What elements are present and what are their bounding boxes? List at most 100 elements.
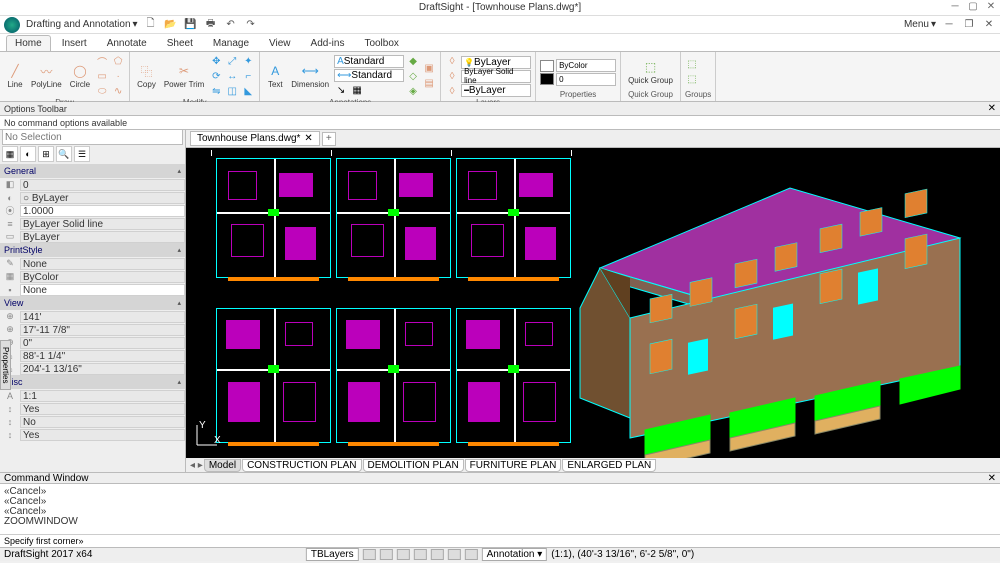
command-prompt[interactable]: Specify first corner» [0, 534, 1000, 547]
line-button[interactable]: ╱Line [4, 62, 26, 90]
maximize-button[interactable]: ▢ [966, 0, 980, 12]
prop-field[interactable]: 88'-1 1/4" [20, 350, 185, 362]
sheet-tab[interactable]: ENLARGED PLAN [562, 459, 656, 472]
mirror-icon[interactable]: ⇋ [209, 84, 223, 98]
text-button[interactable]: AText [264, 62, 286, 90]
ann-icon-4[interactable]: ▣ [422, 62, 436, 76]
status-btn[interactable] [465, 549, 478, 560]
open-icon[interactable]: 📂 [164, 18, 178, 32]
section-view[interactable]: View [0, 296, 185, 310]
dim-style-dropdown[interactable]: ⟷ Standard [334, 69, 404, 82]
circle-button[interactable]: ◯Circle [67, 62, 93, 90]
tab-toolbox[interactable]: Toolbox [355, 35, 407, 51]
powertrim-button[interactable]: ✂Power Trim [161, 62, 207, 90]
rotate-icon[interactable]: ⟳ [209, 69, 223, 83]
options-close-icon[interactable]: ✕ [988, 103, 996, 114]
ann-icon-5[interactable]: ▤ [422, 77, 436, 91]
layer-icon-2[interactable]: ◊ [445, 69, 459, 83]
prop-field[interactable]: ByLayer [20, 231, 185, 243]
close-button[interactable]: ✕ [984, 0, 998, 12]
section-general[interactable]: General [0, 164, 185, 178]
move-icon[interactable]: ✥ [209, 54, 223, 68]
layer-icon-1[interactable]: ◊ [445, 54, 459, 68]
ann-icon-2[interactable]: ◇ [406, 69, 420, 83]
layer-icon-3[interactable]: ◊ [445, 84, 459, 98]
new-icon[interactable]: 🗋 [144, 18, 158, 32]
dimension-button[interactable]: ⟷Dimension [288, 62, 332, 90]
undo-icon[interactable]: ↶ [224, 18, 238, 32]
ann-icon-3[interactable]: ◈ [406, 84, 420, 98]
arc-icon[interactable]: ⌒ [95, 54, 109, 68]
prop-tool-4[interactable]: 🔍 [56, 146, 72, 162]
inner-restore-icon[interactable]: ❐ [962, 18, 976, 32]
prop-tool-3[interactable]: ⊞ [38, 146, 54, 162]
point-icon[interactable]: · [111, 69, 125, 83]
doc-tab[interactable]: Townhouse Plans.dwg*✕ [190, 131, 320, 146]
explode-icon[interactable]: ✦ [241, 54, 255, 68]
lineweight-dropdown[interactable]: ━ ByLayer [461, 84, 531, 97]
prop-field[interactable]: ByColor [20, 271, 185, 283]
stretch-icon[interactable]: ↔ [225, 69, 239, 83]
sheet-tab[interactable]: DEMOLITION PLAN [363, 459, 464, 472]
sheet-tab-model[interactable]: Model [204, 459, 241, 472]
status-btn[interactable] [363, 549, 376, 560]
status-btn[interactable] [448, 549, 461, 560]
status-layer[interactable]: TBLayers [306, 548, 359, 561]
rect-icon[interactable]: ▭ [95, 69, 109, 83]
status-btn[interactable] [431, 549, 444, 560]
polygon-icon[interactable]: ⬠ [111, 54, 125, 68]
tab-addins[interactable]: Add-ins [302, 35, 354, 51]
tab-sheet[interactable]: Sheet [158, 35, 202, 51]
sheet-tab[interactable]: CONSTRUCTION PLAN [242, 459, 361, 472]
quickgroup-button[interactable]: ⬚Quick Group [625, 58, 676, 86]
cmd-close-icon[interactable]: ✕ [988, 473, 996, 484]
prop-tool-2[interactable]: ◐ [20, 146, 36, 162]
status-annotation[interactable]: Annotation ▾ [482, 548, 548, 561]
prop-field[interactable]: 0 [20, 179, 185, 191]
tab-manage[interactable]: Manage [204, 35, 258, 51]
workspace-dropdown[interactable]: Drafting and Annotation ▾ [26, 19, 138, 30]
text-style-dropdown[interactable]: A Standard [334, 55, 404, 68]
spline-icon[interactable]: ∿ [111, 84, 125, 98]
redo-icon[interactable]: ↷ [244, 18, 258, 32]
command-window[interactable]: «Cancel» «Cancel» «Cancel» ZOOMWINDOW [0, 484, 1000, 534]
prop-tool-1[interactable]: ▦ [2, 146, 18, 162]
add-doc-button[interactable]: + [322, 132, 336, 146]
ann-icon-1[interactable]: ◆ [406, 54, 420, 68]
prop-field[interactable]: 1.0000 [20, 205, 185, 217]
save-icon[interactable]: 💾 [184, 18, 198, 32]
chamfer-icon[interactable]: ◣ [241, 84, 255, 98]
scale-icon[interactable]: ⤢ [225, 54, 239, 68]
prop-field[interactable]: ByLayer Solid line [20, 218, 185, 230]
ellipse-icon[interactable]: ⬭ [95, 84, 109, 98]
prop-field[interactable]: Yes [20, 403, 185, 415]
status-btn[interactable] [414, 549, 427, 560]
leader-icon[interactable]: ↘ [334, 83, 348, 97]
prop-field[interactable]: 204'-1 13/16" [20, 363, 185, 375]
section-misc[interactable]: Misc [0, 375, 185, 389]
drawing-canvas[interactable]: /* drawn via loops below outside JSON bi… [186, 148, 1000, 458]
fillet-icon[interactable]: ⌐ [241, 69, 255, 83]
linetype-dropdown[interactable]: ByLayer Solid line [461, 70, 531, 83]
tab-view[interactable]: View [260, 35, 300, 51]
color-dropdown[interactable]: ByColor [556, 59, 616, 72]
copy-button[interactable]: ⿻Copy [134, 62, 159, 90]
minimize-button[interactable]: ─ [948, 0, 962, 12]
tab-annotate[interactable]: Annotate [98, 35, 156, 51]
app-logo-icon[interactable] [4, 17, 20, 33]
status-btn[interactable] [380, 549, 393, 560]
inner-close-icon[interactable]: ✕ [982, 18, 996, 32]
prop-field[interactable]: Yes [20, 429, 185, 441]
prop-val-field[interactable]: 0 [556, 73, 616, 86]
status-btn[interactable] [397, 549, 410, 560]
color-swatch-2[interactable] [540, 73, 554, 85]
print-icon[interactable]: 🖶 [204, 18, 218, 32]
prop-tool-5[interactable]: ☰ [74, 146, 90, 162]
menu-dropdown[interactable]: Menu ▾ [904, 19, 936, 30]
sheet-tab[interactable]: FURNITURE PLAN [465, 459, 562, 472]
prop-field[interactable]: 141' [20, 311, 185, 323]
color-swatch[interactable] [540, 60, 554, 72]
group-icon-1[interactable]: ⬚ [685, 58, 699, 72]
prop-field[interactable]: ○ ByLayer [20, 192, 185, 204]
table-icon[interactable]: ▦ [350, 83, 364, 97]
